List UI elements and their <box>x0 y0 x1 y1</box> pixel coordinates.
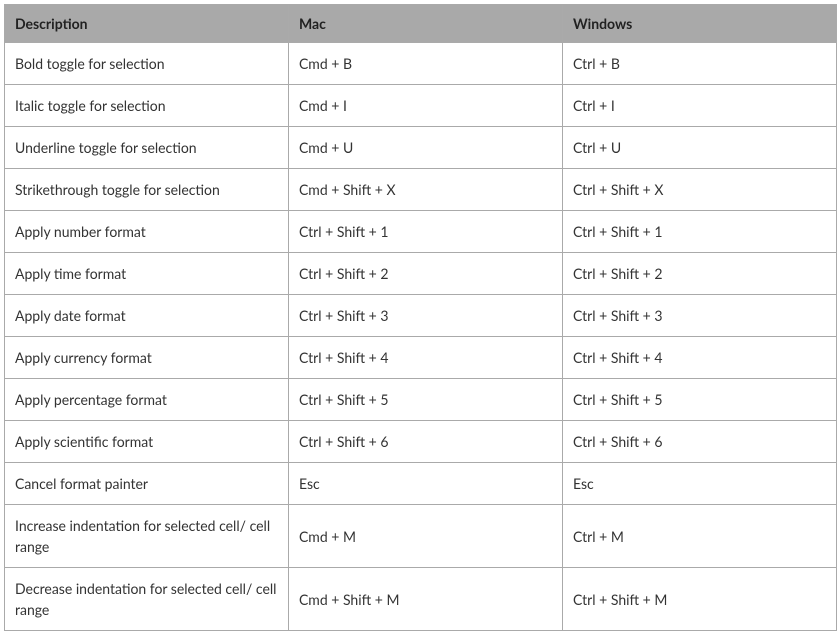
cell-description: Decrease indentation for selected cell/ … <box>5 568 289 631</box>
cell-windows: Ctrl + Shift + X <box>563 169 837 211</box>
table-row: Apply currency format Ctrl + Shift + 4 C… <box>5 337 837 379</box>
table-row: Apply time format Ctrl + Shift + 2 Ctrl … <box>5 253 837 295</box>
table-row: Apply date format Ctrl + Shift + 3 Ctrl … <box>5 295 837 337</box>
col-header-windows: Windows <box>563 5 837 43</box>
cell-description: Apply date format <box>5 295 289 337</box>
table-row: Apply percentage format Ctrl + Shift + 5… <box>5 379 837 421</box>
cell-mac: Ctrl + Shift + 2 <box>289 253 563 295</box>
cell-windows: Ctrl + Shift + 6 <box>563 421 837 463</box>
cell-windows: Ctrl + Shift + 4 <box>563 337 837 379</box>
shortcuts-table: Description Mac Windows Bold toggle for … <box>4 4 837 631</box>
cell-windows: Ctrl + Shift + M <box>563 568 837 631</box>
table-row: Increase indentation for selected cell/ … <box>5 505 837 568</box>
cell-mac: Ctrl + Shift + 1 <box>289 211 563 253</box>
cell-mac: Cmd + Shift + X <box>289 169 563 211</box>
cell-windows: Ctrl + Shift + 3 <box>563 295 837 337</box>
cell-mac: Cmd + B <box>289 43 563 85</box>
table-row: Strikethrough toggle for selection Cmd +… <box>5 169 837 211</box>
cell-windows: Ctrl + Shift + 1 <box>563 211 837 253</box>
cell-windows: Ctrl + U <box>563 127 837 169</box>
cell-mac: Ctrl + Shift + 6 <box>289 421 563 463</box>
cell-description: Increase indentation for selected cell/ … <box>5 505 289 568</box>
table-header-row: Description Mac Windows <box>5 5 837 43</box>
cell-description: Apply percentage format <box>5 379 289 421</box>
cell-description: Strikethrough toggle for selection <box>5 169 289 211</box>
cell-description: Underline toggle for selection <box>5 127 289 169</box>
cell-mac: Cmd + U <box>289 127 563 169</box>
cell-mac: Ctrl + Shift + 5 <box>289 379 563 421</box>
cell-description: Apply currency format <box>5 337 289 379</box>
cell-mac: Esc <box>289 463 563 505</box>
cell-description: Apply scientific format <box>5 421 289 463</box>
cell-description: Apply number format <box>5 211 289 253</box>
cell-mac: Ctrl + Shift + 3 <box>289 295 563 337</box>
cell-mac: Ctrl + Shift + 4 <box>289 337 563 379</box>
table-row: Decrease indentation for selected cell/ … <box>5 568 837 631</box>
table-row: Cancel format painter Esc Esc <box>5 463 837 505</box>
col-header-mac: Mac <box>289 5 563 43</box>
cell-mac: Cmd + I <box>289 85 563 127</box>
cell-description: Italic toggle for selection <box>5 85 289 127</box>
col-header-description: Description <box>5 5 289 43</box>
cell-windows: Ctrl + I <box>563 85 837 127</box>
table-row: Bold toggle for selection Cmd + B Ctrl +… <box>5 43 837 85</box>
cell-description: Bold toggle for selection <box>5 43 289 85</box>
cell-mac: Cmd + Shift + M <box>289 568 563 631</box>
cell-windows: Ctrl + M <box>563 505 837 568</box>
cell-windows: Esc <box>563 463 837 505</box>
cell-description: Cancel format painter <box>5 463 289 505</box>
cell-windows: Ctrl + Shift + 2 <box>563 253 837 295</box>
table-row: Underline toggle for selection Cmd + U C… <box>5 127 837 169</box>
cell-windows: Ctrl + Shift + 5 <box>563 379 837 421</box>
cell-description: Apply time format <box>5 253 289 295</box>
table-row: Apply scientific format Ctrl + Shift + 6… <box>5 421 837 463</box>
cell-windows: Ctrl + B <box>563 43 837 85</box>
table-row: Apply number format Ctrl + Shift + 1 Ctr… <box>5 211 837 253</box>
cell-mac: Cmd + M <box>289 505 563 568</box>
table-row: Italic toggle for selection Cmd + I Ctrl… <box>5 85 837 127</box>
